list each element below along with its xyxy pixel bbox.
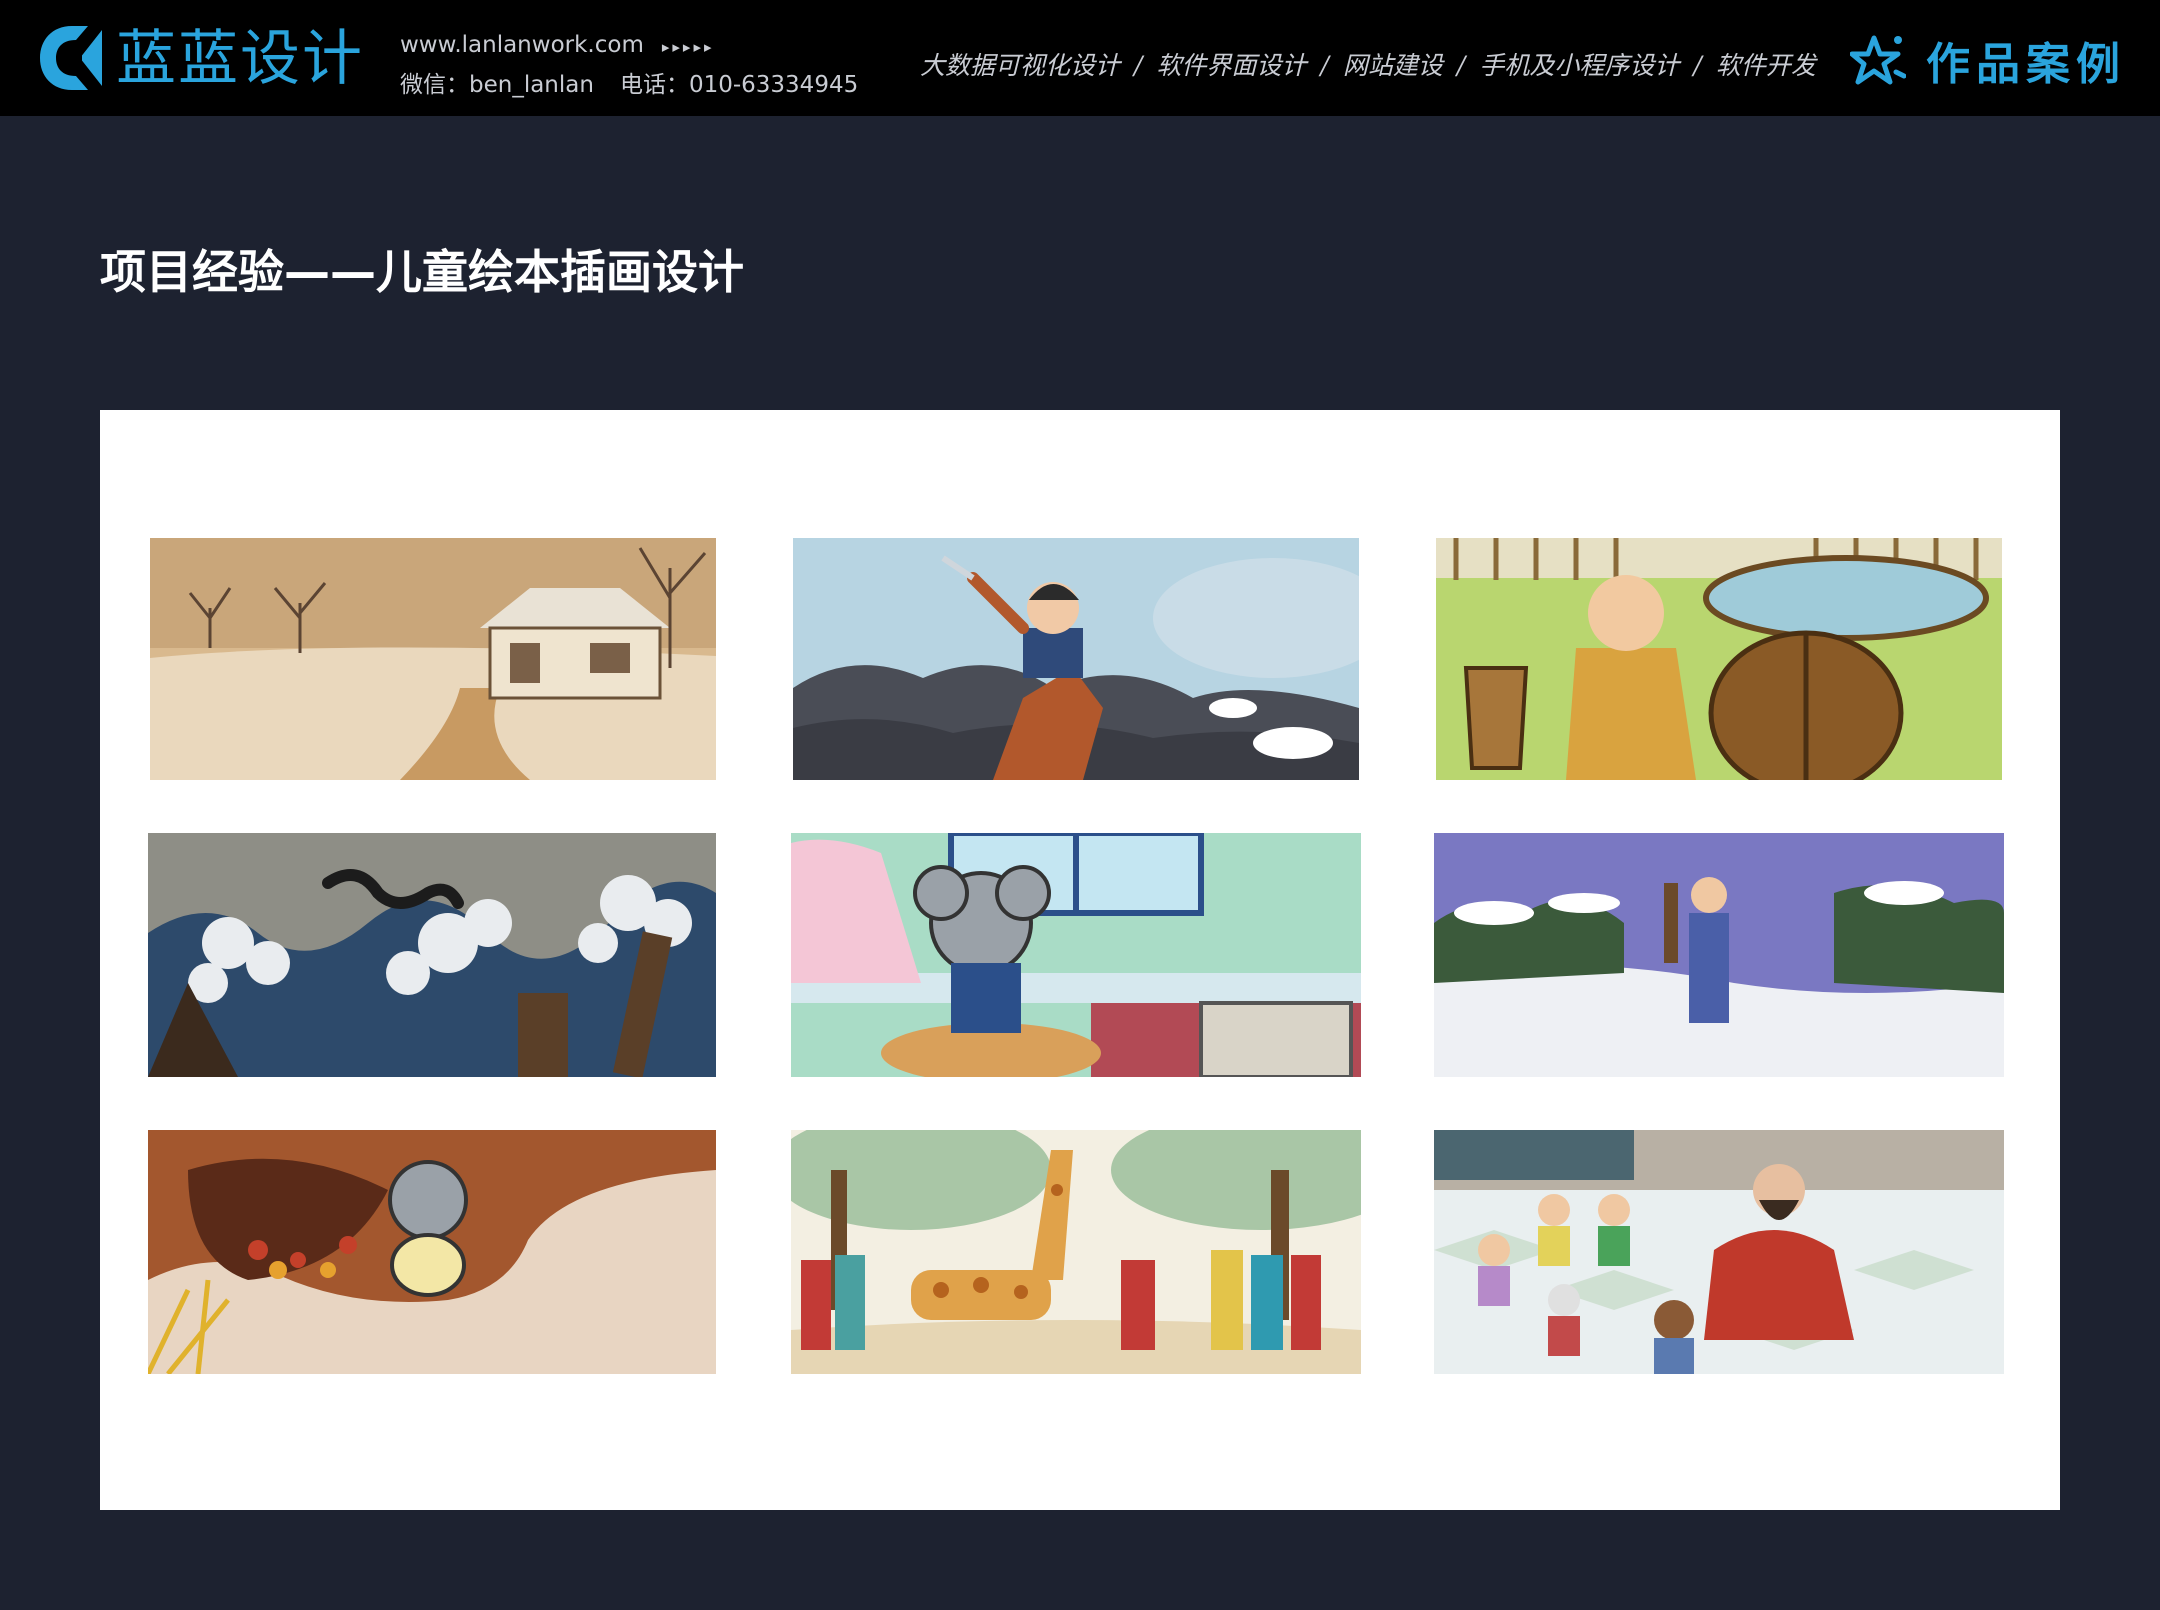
- nav-separator: /: [1456, 51, 1466, 80]
- monk-water-barrel-illustration[interactable]: [1436, 538, 2002, 780]
- wechat-id: 微信：ben_lanlan: [400, 72, 594, 98]
- arrows-decoration: ▸▸▸▸▸: [661, 38, 715, 56]
- contact-info: www.lanlanwork.com ▸▸▸▸▸ 微信：ben_lanlan 电话：…: [400, 26, 858, 104]
- brand-name[interactable]: 蓝蓝设计: [116, 26, 364, 92]
- dragon-waves-illustration[interactable]: [148, 833, 716, 1077]
- nav-separator: /: [1134, 51, 1143, 80]
- giraffe-procession-illustration[interactable]: [791, 1130, 1361, 1374]
- services-nav: 大数据可视化设计 / 软件界面设计 / 网站建设 / 手机及小程序设计 / 软件开发: [920, 46, 1816, 82]
- brand-logo-icon[interactable]: [36, 22, 106, 94]
- service-website[interactable]: 网站建设: [1343, 51, 1443, 80]
- mouse-cake-kitchen-illustration[interactable]: [791, 833, 1361, 1077]
- top-header: 蓝蓝设计 www.lanlanwork.com ▸▸▸▸▸ 微信：ben_lanl…: [0, 0, 2160, 116]
- storyteller-children-illustration[interactable]: [1434, 1130, 2004, 1374]
- nav-separator: /: [1320, 51, 1329, 80]
- phone-number: 电话：010-63334945: [619, 72, 859, 98]
- page-title: 项目经验——儿童绘本插画设计: [100, 245, 744, 299]
- snowy-farmhouse-illustration[interactable]: [150, 538, 716, 780]
- mouse-autumn-burrow-illustration[interactable]: [148, 1130, 716, 1374]
- sparkle-star-icon: [1850, 35, 1906, 85]
- service-software-ui[interactable]: 软件界面设计: [1156, 51, 1306, 80]
- cases-heading[interactable]: 作品案例: [1850, 30, 2126, 90]
- service-big-data-visualization[interactable]: 大数据可视化设计: [920, 51, 1120, 80]
- gallery-panel: [100, 410, 2060, 1510]
- traveler-snow-illustration[interactable]: [1434, 833, 2004, 1077]
- website-link[interactable]: www.lanlanwork.com: [400, 32, 644, 58]
- cases-label: 作品案例: [1926, 39, 2126, 90]
- service-software-dev[interactable]: 软件开发: [1716, 51, 1816, 80]
- running-warrior-illustration[interactable]: [793, 538, 1359, 780]
- nav-separator: /: [1693, 51, 1702, 80]
- service-mobile-miniprogram[interactable]: 手机及小程序设计: [1479, 51, 1679, 80]
